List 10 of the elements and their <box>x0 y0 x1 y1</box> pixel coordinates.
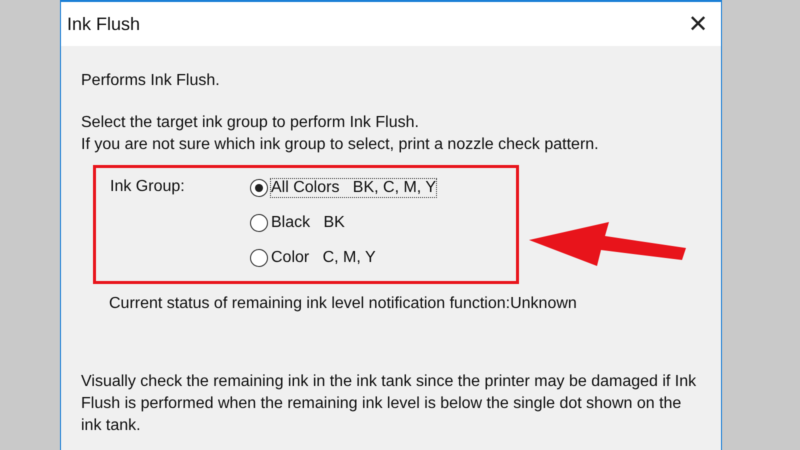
window-title: Ink Flush <box>67 14 140 34</box>
status-text: Current status of remaining ink level notification function:Unknown <box>109 295 578 313</box>
instruction-text: Select the target ink group to perform Ink Flush. <box>81 113 420 133</box>
radio-option[interactable]: All Colors BK, C, M, Y <box>250 176 436 200</box>
ink-group-label: Ink Group: <box>110 178 186 197</box>
radio-option[interactable]: Black BK <box>250 211 436 235</box>
warning-text: Visually check the remaining ink in the ink tank since the printer may be damaged if Ink Flush is performed when the remaining ink level is below the single dot shown on the ink tank. <box>81 372 698 436</box>
radio-option[interactable]: Color C, M, Y <box>250 246 436 270</box>
instruction-text: If you are not sure which ink group to select, print a nozzle check pattern. <box>81 135 600 155</box>
intro-text: Performs Ink Flush. <box>81 72 221 90</box>
